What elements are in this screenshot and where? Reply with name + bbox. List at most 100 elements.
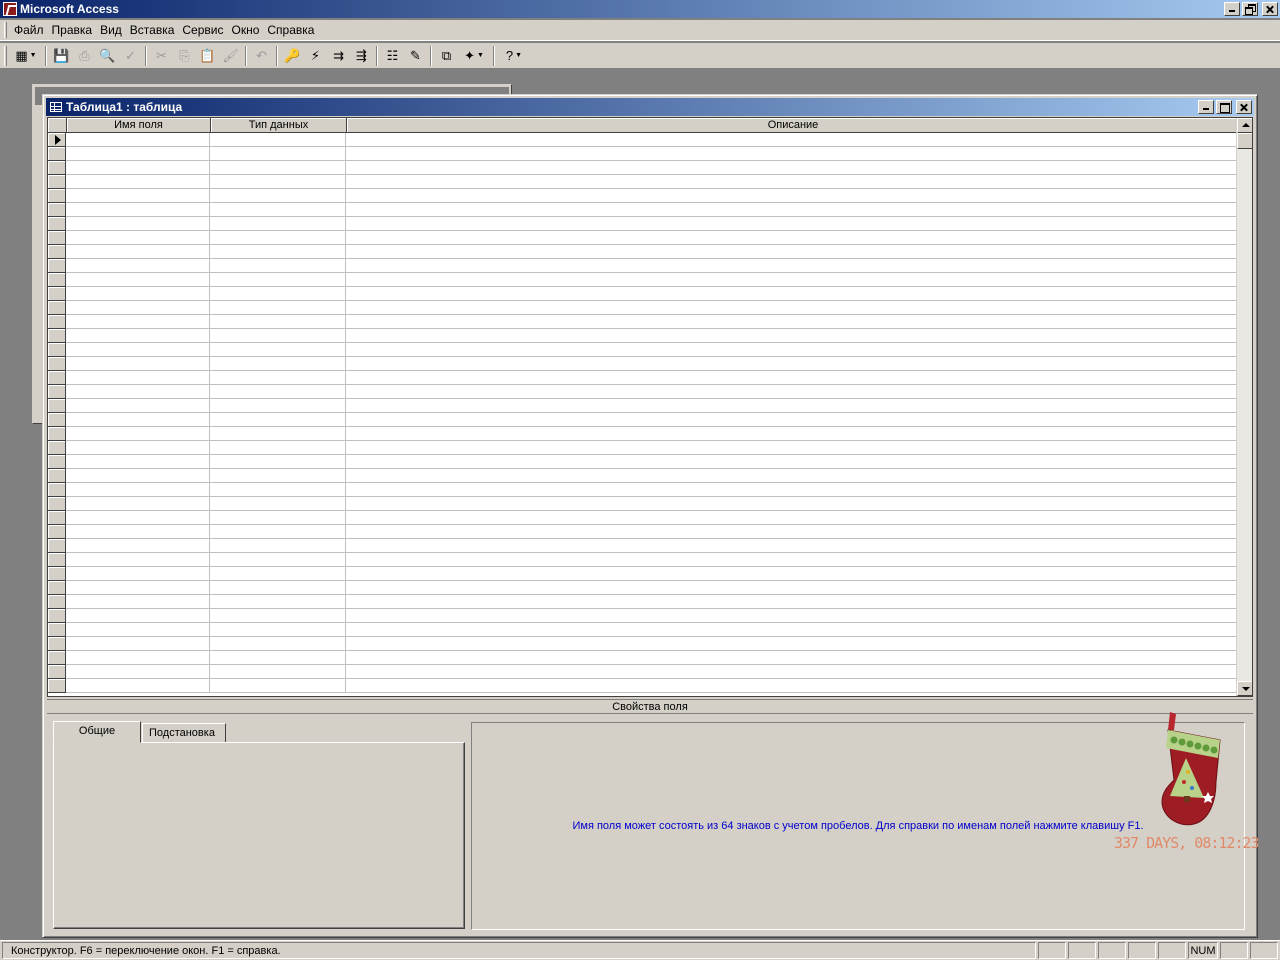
row-selector[interactable] <box>48 189 66 203</box>
row-selector[interactable] <box>48 539 66 553</box>
field-name-cell[interactable] <box>66 427 210 441</box>
close-icon[interactable] <box>1236 100 1252 114</box>
field-name-cell[interactable] <box>66 175 210 189</box>
table-row[interactable] <box>48 175 1239 189</box>
row-selector[interactable] <box>48 483 66 497</box>
maximize-icon[interactable] <box>1216 100 1232 114</box>
menu-insert[interactable]: Вставка <box>126 23 179 37</box>
data-type-cell[interactable] <box>210 665 346 679</box>
data-type-cell[interactable] <box>210 441 346 455</box>
field-name-cell[interactable] <box>66 259 210 273</box>
database-window-icon[interactable]: ⧉ <box>435 45 458 67</box>
field-name-cell[interactable] <box>66 273 210 287</box>
row-selector[interactable] <box>48 385 66 399</box>
row-selector[interactable] <box>48 623 66 637</box>
field-name-cell[interactable] <box>66 483 210 497</box>
data-type-cell[interactable] <box>210 553 346 567</box>
table-row[interactable] <box>48 679 1239 693</box>
field-name-cell[interactable] <box>66 287 210 301</box>
field-name-cell[interactable] <box>66 609 210 623</box>
field-name-cell[interactable] <box>66 203 210 217</box>
description-cell[interactable] <box>346 525 1239 539</box>
description-cell[interactable] <box>346 623 1239 637</box>
new-object-icon[interactable]: ✦ ▼ <box>458 45 490 67</box>
row-selector[interactable] <box>48 413 66 427</box>
data-type-cell[interactable] <box>210 637 346 651</box>
description-cell[interactable] <box>346 497 1239 511</box>
field-name-cell[interactable] <box>66 385 210 399</box>
table-row[interactable] <box>48 553 1239 567</box>
table-row[interactable] <box>48 259 1239 273</box>
paste-icon[interactable]: 📋 <box>196 45 219 67</box>
field-name-cell[interactable] <box>66 567 210 581</box>
field-name-cell[interactable] <box>66 161 210 175</box>
row-selector[interactable] <box>48 497 66 511</box>
description-cell[interactable] <box>346 651 1239 665</box>
row-selector[interactable] <box>48 301 66 315</box>
menu-grip[interactable] <box>4 22 7 38</box>
table-row[interactable] <box>48 455 1239 469</box>
data-type-cell[interactable] <box>210 595 346 609</box>
table-row[interactable] <box>48 245 1239 259</box>
data-type-cell[interactable] <box>210 483 346 497</box>
tab-general[interactable]: Общие <box>53 721 141 743</box>
field-name-cell[interactable] <box>66 469 210 483</box>
row-selector[interactable] <box>48 357 66 371</box>
description-cell[interactable] <box>346 357 1239 371</box>
copy-icon[interactable]: ⎘ <box>173 45 196 67</box>
data-type-cell[interactable] <box>210 343 346 357</box>
data-type-cell[interactable] <box>210 175 346 189</box>
field-name-cell[interactable] <box>66 189 210 203</box>
table-row[interactable] <box>48 147 1239 161</box>
data-type-cell[interactable] <box>210 399 346 413</box>
data-type-cell[interactable] <box>210 217 346 231</box>
properties-icon[interactable]: ☷ <box>381 45 404 67</box>
table-row[interactable] <box>48 483 1239 497</box>
field-name-cell[interactable] <box>66 441 210 455</box>
row-selector[interactable] <box>48 651 66 665</box>
row-selector[interactable] <box>48 147 66 161</box>
row-selector[interactable] <box>48 595 66 609</box>
delete-rows-icon[interactable]: ⇶ <box>350 45 373 67</box>
cut-icon[interactable]: ✂ <box>150 45 173 67</box>
dropdown-arrow-icon[interactable]: ▼ <box>477 52 484 59</box>
data-type-cell[interactable] <box>210 329 346 343</box>
insert-rows-icon[interactable]: ⇉ <box>327 45 350 67</box>
description-cell[interactable] <box>346 553 1239 567</box>
scroll-up-icon[interactable] <box>1237 118 1252 133</box>
table-row[interactable] <box>48 567 1239 581</box>
field-name-cell[interactable] <box>66 497 210 511</box>
column-header-field-name[interactable]: Имя поля <box>67 118 211 133</box>
data-type-cell[interactable] <box>210 567 346 581</box>
row-selector[interactable] <box>48 175 66 189</box>
table-row[interactable] <box>48 231 1239 245</box>
data-type-cell[interactable] <box>210 287 346 301</box>
table-row[interactable] <box>48 287 1239 301</box>
row-selector[interactable] <box>48 679 66 693</box>
field-name-cell[interactable] <box>66 623 210 637</box>
help-icon[interactable]: ? ▼ <box>498 45 530 67</box>
print-icon[interactable]: ⎙ <box>73 45 96 67</box>
row-selector[interactable] <box>48 455 66 469</box>
table-row[interactable] <box>48 371 1239 385</box>
data-type-cell[interactable] <box>210 679 346 693</box>
data-type-cell[interactable] <box>210 147 346 161</box>
table-row[interactable] <box>48 217 1239 231</box>
description-cell[interactable] <box>346 609 1239 623</box>
field-name-cell[interactable] <box>66 301 210 315</box>
field-name-cell[interactable] <box>66 329 210 343</box>
menu-tools[interactable]: Сервис <box>178 23 227 37</box>
data-type-cell[interactable] <box>210 469 346 483</box>
table-row[interactable] <box>48 343 1239 357</box>
field-name-cell[interactable] <box>66 553 210 567</box>
description-cell[interactable] <box>346 539 1239 553</box>
undo-icon[interactable]: ↶ <box>250 45 273 67</box>
data-type-cell[interactable] <box>210 259 346 273</box>
field-name-cell[interactable] <box>66 413 210 427</box>
description-cell[interactable] <box>346 231 1239 245</box>
table-row[interactable] <box>48 581 1239 595</box>
access-app-icon[interactable] <box>3 2 17 16</box>
data-type-cell[interactable] <box>210 315 346 329</box>
spelling-icon[interactable]: ✓ <box>119 45 142 67</box>
description-cell[interactable] <box>346 385 1239 399</box>
